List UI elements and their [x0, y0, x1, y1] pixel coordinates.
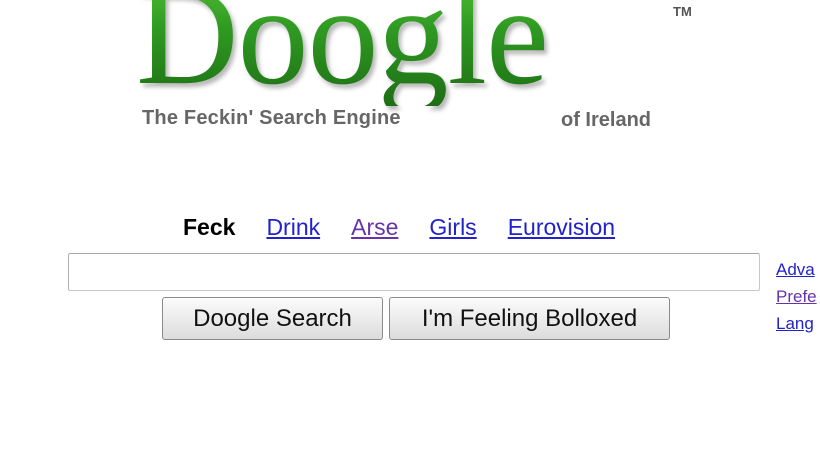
- nav-item-drink[interactable]: Drink: [266, 214, 320, 241]
- advanced-search-link[interactable]: Adva: [776, 256, 817, 283]
- feeling-bolloxed-button[interactable]: I'm Feeling Bolloxed: [389, 297, 670, 340]
- logo-tagline-country: of Ireland: [561, 109, 652, 131]
- doogle-logo: Doogle TM The Feckin' Search Engine of I…: [130, 0, 710, 154]
- nav-item-arse[interactable]: Arse: [351, 214, 398, 241]
- nav-item-eurovision[interactable]: Eurovision: [508, 214, 615, 241]
- search-input[interactable]: [68, 253, 760, 291]
- nav-item-girls[interactable]: Girls: [429, 214, 476, 241]
- doogle-search-button[interactable]: Doogle Search: [162, 297, 383, 340]
- logo-trademark: TM: [673, 4, 692, 19]
- nav-item-feck: Feck: [183, 214, 236, 240]
- search-side-links: Adva Prefe Lang: [776, 256, 817, 337]
- search-category-nav: Feck Drink Arse Girls Eurovision: [183, 214, 646, 244]
- preferences-link[interactable]: Prefe: [776, 283, 817, 310]
- logo-wordmark: Doogle: [136, 0, 549, 106]
- language-tools-link[interactable]: Lang: [776, 310, 817, 337]
- logo-tagline: The Feckin' Search Engine: [142, 107, 401, 129]
